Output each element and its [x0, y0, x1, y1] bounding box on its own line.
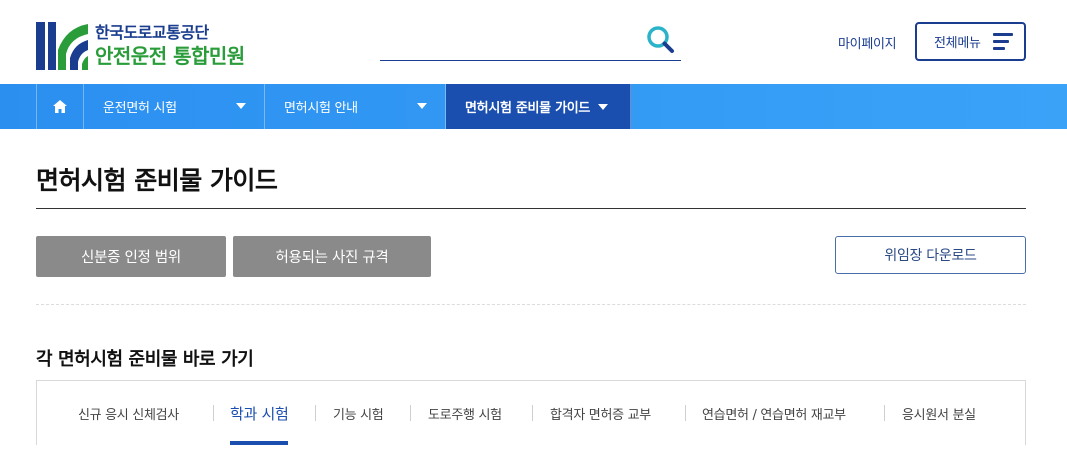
- search-icon: [647, 26, 674, 53]
- tab-separator: [685, 405, 686, 421]
- tab-label: 기능 시험: [333, 407, 384, 423]
- main-nav: 운전면허 시험 면허시험 안내 면허시험 준비물 가이드: [0, 84, 1067, 129]
- tab-new-physical-exam[interactable]: 신규 응시 신체검사: [78, 381, 179, 445]
- tab-license-issuance[interactable]: 합격자 면허증 교부: [550, 381, 651, 445]
- tab-separator: [410, 405, 411, 421]
- tab-label: 응시원서 분실: [902, 407, 976, 423]
- tab-label: 도로주행 시험: [428, 407, 502, 423]
- caret-down-icon: [598, 103, 609, 110]
- id-scope-button[interactable]: 신분증 인정 범위: [36, 236, 226, 277]
- site-header: 한국도로교통공단 안전운전 통합민원 마이페이지 전체메뉴: [0, 0, 1067, 84]
- tab-separator: [315, 405, 316, 421]
- page-title: 면허시험 준비물 가이드: [36, 166, 278, 195]
- tab-separator: [213, 405, 214, 421]
- section-title: 각 면허시험 준비물 바로 가기: [36, 349, 254, 370]
- nav-item-prep-guide[interactable]: 면허시험 준비물 가이드: [446, 84, 631, 129]
- tab-separator: [532, 405, 533, 421]
- tab-label: 연습면허 / 연습면허 재교부: [702, 407, 846, 423]
- hamburger-menu-icon: [993, 33, 1013, 51]
- tab-lost-application[interactable]: 응시원서 분실: [902, 381, 976, 445]
- logo-text: 한국도로교통공단 안전운전 통합민원: [95, 23, 245, 69]
- tab-label: 합격자 면허증 교부: [550, 407, 651, 423]
- section-divider: [36, 304, 1026, 305]
- tab-label: 신규 응시 신체검사: [78, 407, 179, 423]
- logo-mark-icon: [36, 20, 88, 72]
- nav-item-driving-test[interactable]: 운전면허 시험: [84, 84, 265, 129]
- all-menu-button[interactable]: 전체메뉴: [915, 22, 1026, 61]
- caret-down-icon: [236, 103, 246, 109]
- photo-spec-button[interactable]: 허용되는 사진 규격: [233, 236, 431, 277]
- tab-learner-license[interactable]: 연습면허 / 연습면허 재교부: [702, 381, 846, 445]
- nav-item-label: 운전면허 시험: [103, 101, 177, 116]
- site-logo[interactable]: 한국도로교통공단 안전운전 통합민원: [36, 20, 266, 72]
- caret-down-icon: [417, 103, 427, 109]
- prep-tabs: 신규 응시 신체검사 학과 시험 기능 시험 도로주행 시험 합격자 면허증 교…: [36, 380, 1026, 445]
- title-divider: [36, 208, 1026, 209]
- active-tab-indicator: [230, 441, 289, 445]
- logo-service-name: 안전운전 통합민원: [95, 44, 245, 68]
- tab-road-test[interactable]: 도로주행 시험: [428, 381, 502, 445]
- home-icon: [53, 100, 67, 113]
- tab-label: 학과 시험: [230, 404, 289, 423]
- mypage-link[interactable]: 마이페이지: [838, 33, 897, 52]
- nav-item-label: 면허시험 안내: [284, 101, 358, 116]
- search-input[interactable]: [380, 28, 640, 56]
- logo-org-name: 한국도로교통공단: [95, 23, 209, 42]
- proxy-download-button[interactable]: 위임장 다운로드: [835, 236, 1026, 274]
- tab-written-test[interactable]: 학과 시험: [230, 381, 289, 445]
- search-bar: [380, 20, 681, 61]
- tab-skill-test[interactable]: 기능 시험: [333, 381, 384, 445]
- nav-item-test-info[interactable]: 면허시험 안내: [265, 84, 446, 129]
- nav-item-label: 면허시험 준비물 가이드: [465, 101, 591, 116]
- tab-separator: [884, 405, 885, 421]
- search-button[interactable]: [645, 24, 677, 56]
- nav-home-button[interactable]: [36, 84, 84, 129]
- all-menu-label: 전체메뉴: [934, 36, 981, 51]
